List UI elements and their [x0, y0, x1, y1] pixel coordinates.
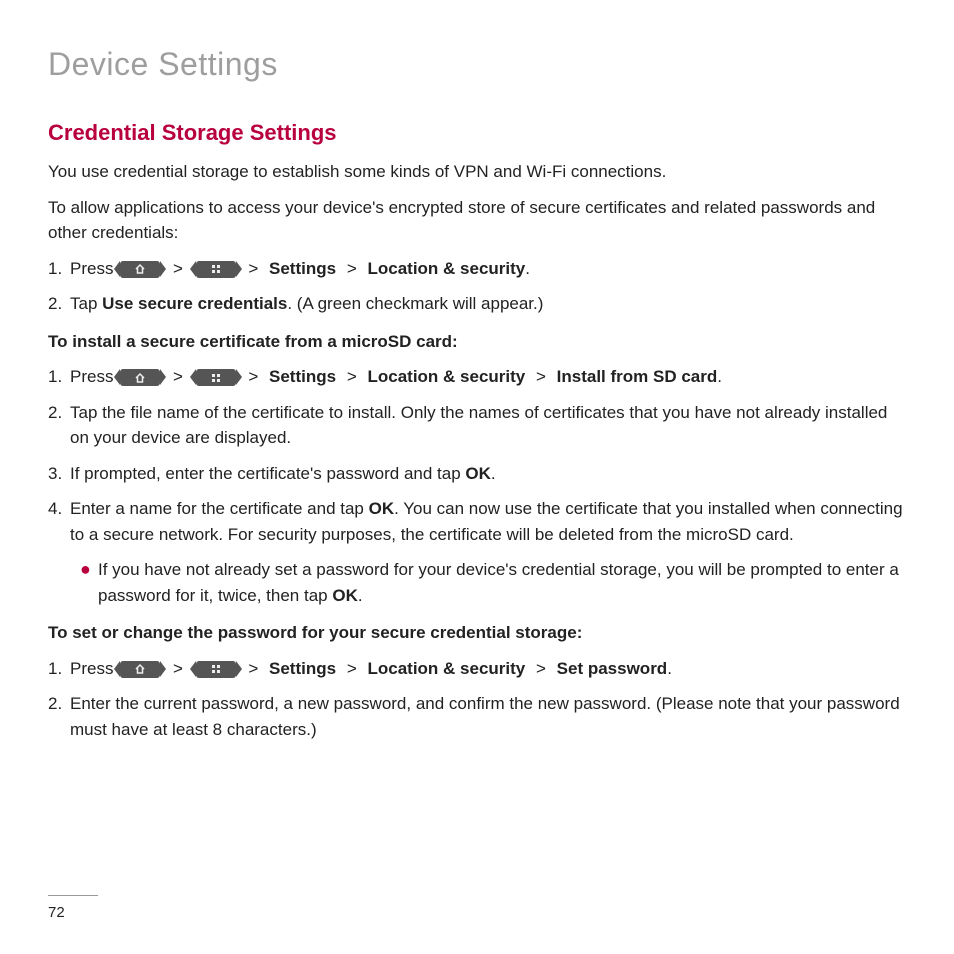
text: . (A green checkmark will appear.): [287, 294, 543, 313]
home-key-icon: [120, 661, 160, 678]
step-2: 2. Tap Use secure credentials. (A green …: [48, 291, 906, 317]
step-b2: 2. Enter the current password, a new pas…: [48, 691, 906, 742]
step-body: Tap Use secure credentials. (A green che…: [70, 291, 906, 317]
breadcrumb-separator: >: [347, 367, 357, 386]
text: Enter a name for the certificate and tap: [70, 499, 369, 518]
bold-text: Use secure credentials: [102, 294, 287, 313]
sub-heading-install: To install a secure certificate from a m…: [48, 329, 906, 355]
text: .: [491, 464, 496, 483]
intro-paragraph-2: To allow applications to access your dev…: [48, 195, 906, 246]
nav-settings: Settings: [269, 367, 336, 386]
step-number: 3.: [48, 461, 70, 487]
nav-location-security: Location & security: [367, 367, 525, 386]
step-number: 1.: [48, 256, 70, 282]
step-a2: 2. Tap the file name of the certificate …: [48, 400, 906, 451]
bullet-icon: ●: [80, 557, 98, 608]
step-1: 1. Press > > Settings > Location & secur…: [48, 256, 906, 282]
menu-key-icon: [196, 261, 236, 278]
step-body: Tap the file name of the certificate to …: [70, 400, 906, 451]
breadcrumb-separator: >: [173, 367, 183, 386]
step-body: Enter a name for the certificate and tap…: [70, 496, 906, 547]
step-number: 2.: [48, 691, 70, 742]
bullet-item: ● If you have not already set a password…: [80, 557, 906, 608]
text-press: Press: [70, 259, 113, 278]
breadcrumb-separator: >: [248, 659, 258, 678]
nav-settings: Settings: [269, 659, 336, 678]
step-body: If prompted, enter the certificate's pas…: [70, 461, 906, 487]
step-a4: 4. Enter a name for the certificate and …: [48, 496, 906, 547]
text: If prompted, enter the certificate's pas…: [70, 464, 465, 483]
breadcrumb-separator: >: [248, 259, 258, 278]
bold-ok: OK: [332, 586, 358, 605]
nav-install-sd: Install from SD card: [557, 367, 718, 386]
step-body: Press > > Settings > Location & security…: [70, 656, 906, 682]
home-key-icon: [120, 369, 160, 386]
step-number: 4.: [48, 496, 70, 547]
step-number: 2.: [48, 291, 70, 317]
section-title: Credential Storage Settings: [48, 116, 906, 149]
nav-settings: Settings: [269, 259, 336, 278]
step-number: 2.: [48, 400, 70, 451]
footer-rule: [48, 895, 98, 896]
text: Tap: [70, 294, 102, 313]
step-number: 1.: [48, 656, 70, 682]
text: If you have not already set a password f…: [98, 560, 899, 605]
text-press: Press: [70, 367, 113, 386]
breadcrumb-separator: >: [347, 659, 357, 678]
period: .: [667, 659, 672, 678]
step-a1: 1. Press > > Settings > Location & secur…: [48, 364, 906, 390]
step-a3: 3. If prompted, enter the certificate's …: [48, 461, 906, 487]
breadcrumb-separator: >: [248, 367, 258, 386]
bold-ok: OK: [369, 499, 395, 518]
breadcrumb-separator: >: [173, 259, 183, 278]
step-number: 1.: [48, 364, 70, 390]
text: .: [358, 586, 363, 605]
bullet-body: If you have not already set a password f…: [98, 557, 906, 608]
nav-location-security: Location & security: [367, 659, 525, 678]
step-body: Press > > Settings > Location & security…: [70, 256, 906, 282]
period: .: [717, 367, 722, 386]
text-press: Press: [70, 659, 113, 678]
page-title: Device Settings: [48, 40, 906, 88]
step-b1: 1. Press > > Settings > Location & secur…: [48, 656, 906, 682]
page-number: 72: [48, 902, 98, 925]
page-footer: 72: [48, 895, 98, 925]
step-body: Enter the current password, a new passwo…: [70, 691, 906, 742]
intro-paragraph-1: You use credential storage to establish …: [48, 159, 906, 185]
step-body: Press > > Settings > Location & security…: [70, 364, 906, 390]
breadcrumb-separator: >: [347, 259, 357, 278]
nav-set-password: Set password: [557, 659, 668, 678]
bold-ok: OK: [465, 464, 491, 483]
nav-location-security: Location & security: [367, 259, 525, 278]
breadcrumb-separator: >: [173, 659, 183, 678]
sub-heading-set-password: To set or change the password for your s…: [48, 620, 906, 646]
home-key-icon: [120, 261, 160, 278]
breadcrumb-separator: >: [536, 659, 546, 678]
menu-key-icon: [196, 369, 236, 386]
menu-key-icon: [196, 661, 236, 678]
breadcrumb-separator: >: [536, 367, 546, 386]
period: .: [525, 259, 530, 278]
